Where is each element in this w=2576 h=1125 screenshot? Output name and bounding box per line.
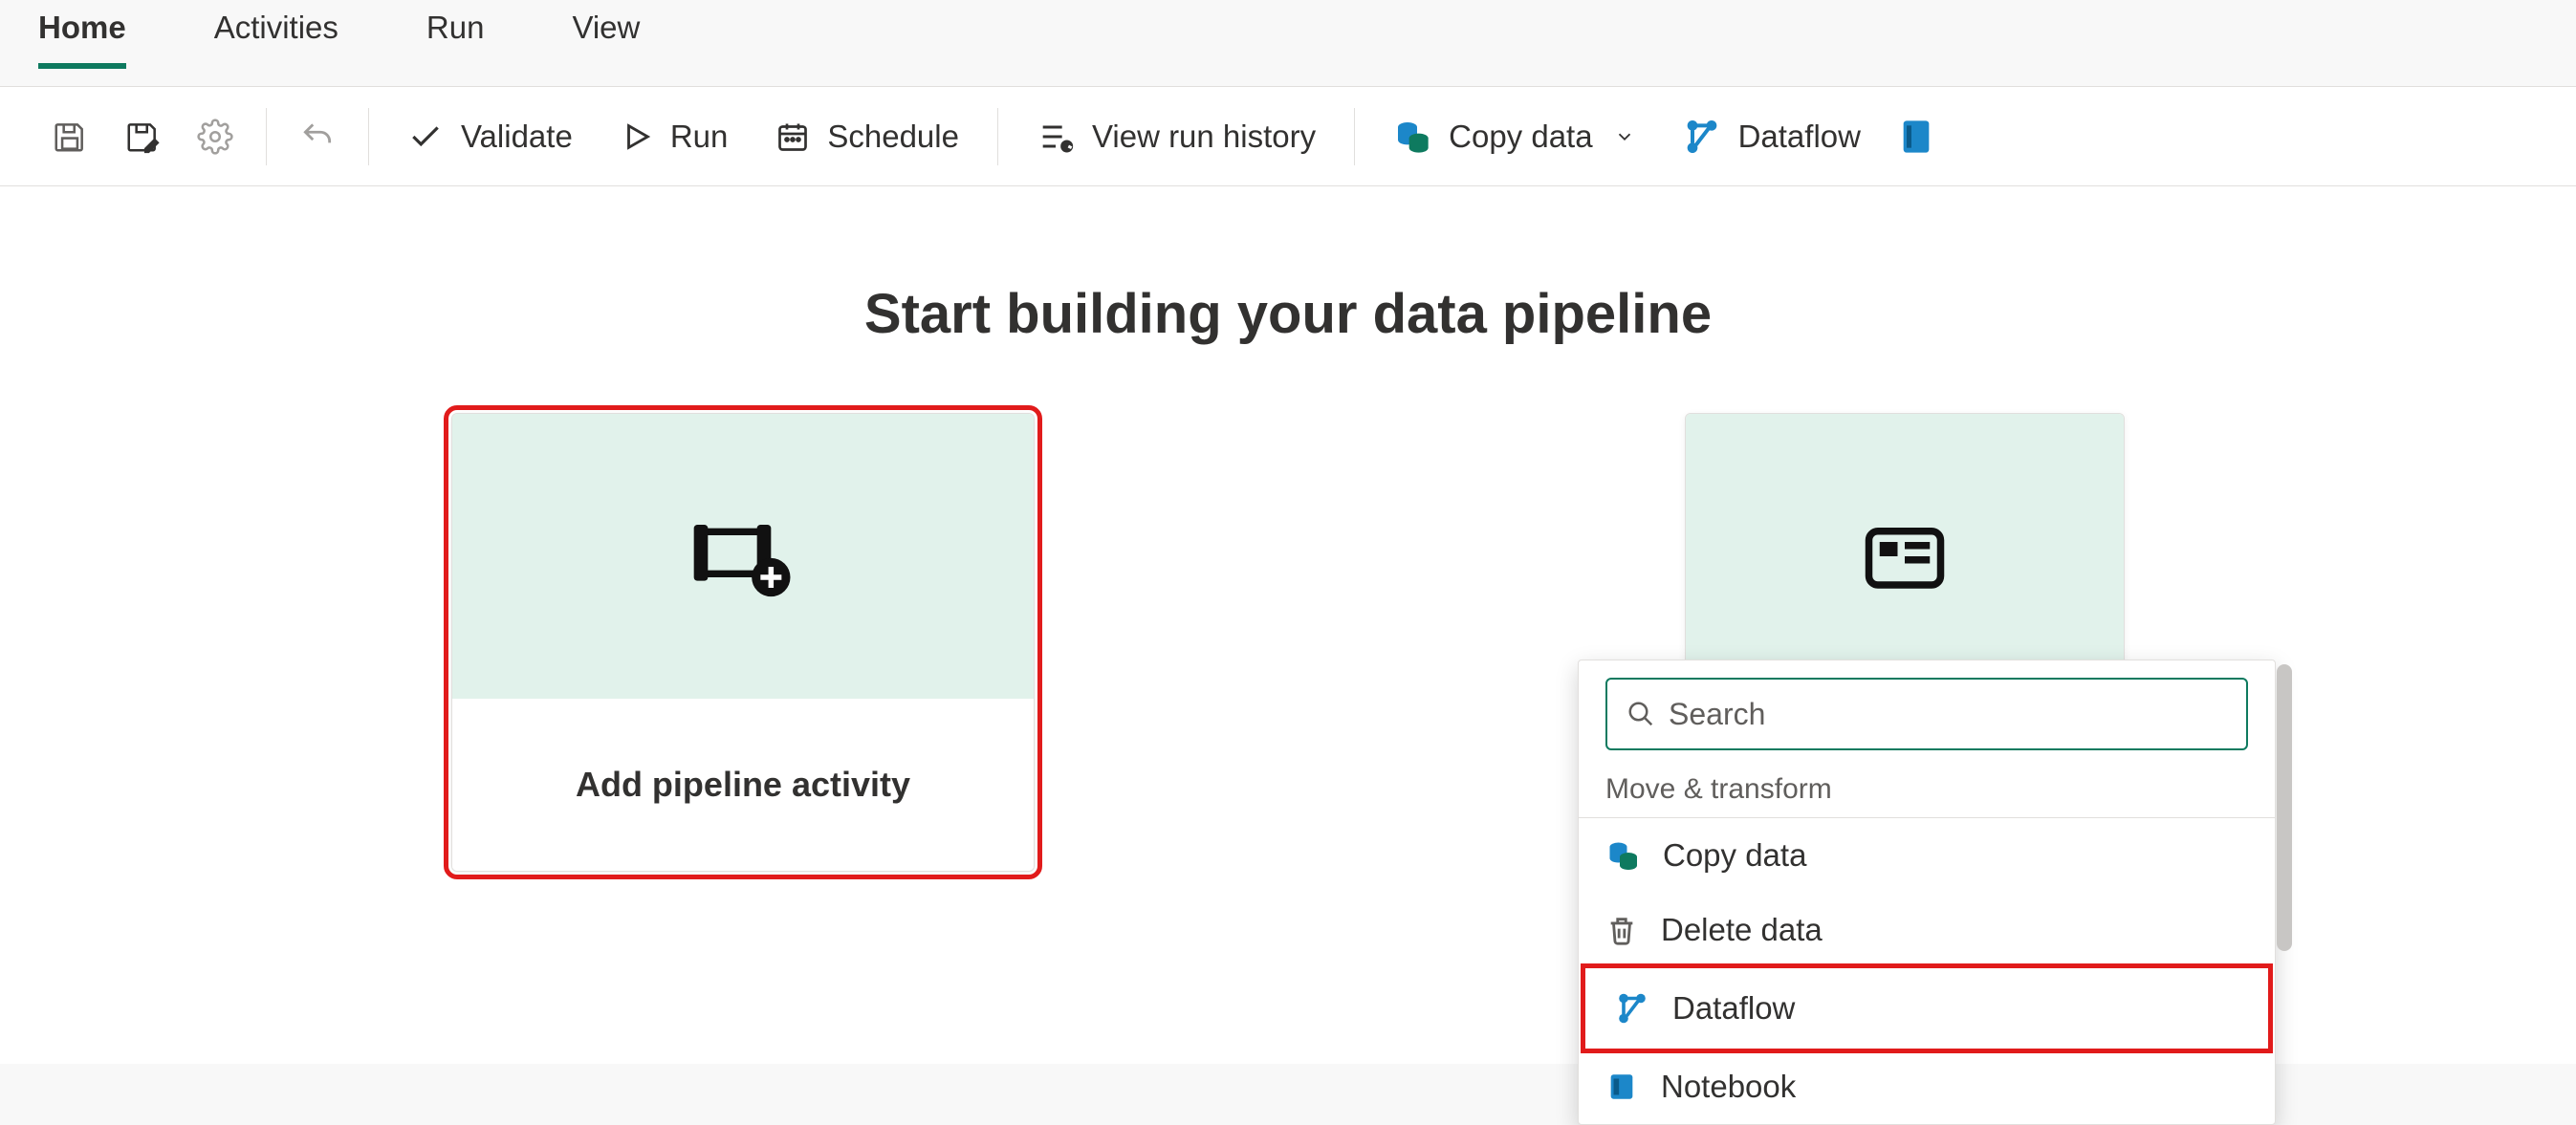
save-as-button[interactable] — [111, 109, 174, 164]
copy-data-icon — [1393, 118, 1431, 156]
toolbar-divider — [997, 108, 998, 165]
settings-button[interactable] — [184, 109, 247, 164]
dropdown-section-header: Move & transform — [1579, 764, 2275, 818]
dataflow-label: Dataflow — [1738, 119, 1861, 155]
main-content: Start building your data pipeline Add pi… — [0, 186, 2576, 1064]
task-icon — [1862, 518, 1948, 595]
card-top — [452, 414, 1034, 699]
undo-icon — [299, 119, 336, 155]
card-label: Add pipeline activity — [452, 699, 1034, 871]
view-run-history-button[interactable]: View run history — [1017, 108, 1335, 165]
notebook-stub-icon — [1903, 118, 1930, 156]
toolbar-divider — [368, 108, 369, 165]
undo-button[interactable] — [286, 109, 349, 164]
dropdown-item-copy-data[interactable]: Copy data — [1579, 818, 2275, 893]
tab-run[interactable]: Run — [426, 10, 485, 63]
search-icon — [1626, 700, 1655, 728]
run-label: Run — [670, 119, 729, 155]
tab-view[interactable]: View — [572, 10, 640, 63]
toolbar-divider — [1354, 108, 1355, 165]
dataflow-button[interactable]: Dataflow — [1664, 108, 1880, 165]
dropdown-item-notebook[interactable]: Notebook — [1579, 1049, 2275, 1124]
gear-icon — [197, 119, 233, 155]
page-heading: Start building your data pipeline — [57, 282, 2519, 346]
dropdown-scrollbar[interactable] — [2277, 664, 2292, 951]
dropdown-item-label: Delete data — [1661, 912, 1823, 948]
save-button[interactable] — [38, 109, 101, 164]
calendar-icon — [775, 119, 810, 154]
more-toolbar-item[interactable] — [1889, 108, 1943, 165]
dataflow-icon — [1683, 118, 1721, 156]
save-icon — [52, 119, 88, 155]
add-pipeline-activity-icon — [690, 513, 796, 599]
chevron-down-icon — [1614, 126, 1635, 147]
copy-data-button[interactable]: Copy data — [1374, 108, 1653, 165]
dropdown-item-label: Dataflow — [1672, 990, 1795, 1027]
schedule-label: Schedule — [827, 119, 959, 155]
save-as-icon — [124, 119, 161, 155]
dropdown-item-label: Notebook — [1661, 1069, 1796, 1105]
activity-search-input[interactable] — [1669, 697, 2227, 732]
run-history-icon — [1037, 118, 1075, 156]
dropdown-item-delete-data[interactable]: Delete data — [1579, 893, 2275, 967]
tab-activities[interactable]: Activities — [214, 10, 338, 63]
ribbon-tabs: Home Activities Run View — [0, 0, 2576, 86]
validate-button[interactable]: Validate — [388, 109, 592, 164]
run-button[interactable]: Run — [601, 109, 748, 164]
view-run-history-label: View run history — [1092, 119, 1316, 155]
validate-label: Validate — [461, 119, 573, 155]
activity-search-box[interactable] — [1605, 678, 2248, 750]
copy-data-icon — [1605, 838, 1640, 873]
play-icon — [621, 120, 653, 153]
dropdown-item-dataflow[interactable]: Dataflow — [1588, 971, 2265, 1046]
activity-dropdown-panel: Move & transform Copy data Delete data — [1578, 660, 2276, 1125]
dataflow-icon — [1615, 991, 1649, 1026]
schedule-button[interactable]: Schedule — [756, 109, 978, 164]
card-top — [1686, 414, 2124, 699]
dropdown-item-label: Copy data — [1663, 837, 1806, 874]
card-add-pipeline-activity[interactable]: Add pipeline activity — [451, 413, 1035, 872]
toolbar: Validate Run Schedule View run history — [0, 86, 2576, 186]
check-icon — [407, 119, 444, 155]
toolbar-divider — [266, 108, 267, 165]
tab-home[interactable]: Home — [38, 10, 126, 69]
trash-icon — [1605, 914, 1638, 946]
copy-data-label: Copy data — [1449, 119, 1592, 155]
notebook-icon — [1605, 1071, 1638, 1103]
